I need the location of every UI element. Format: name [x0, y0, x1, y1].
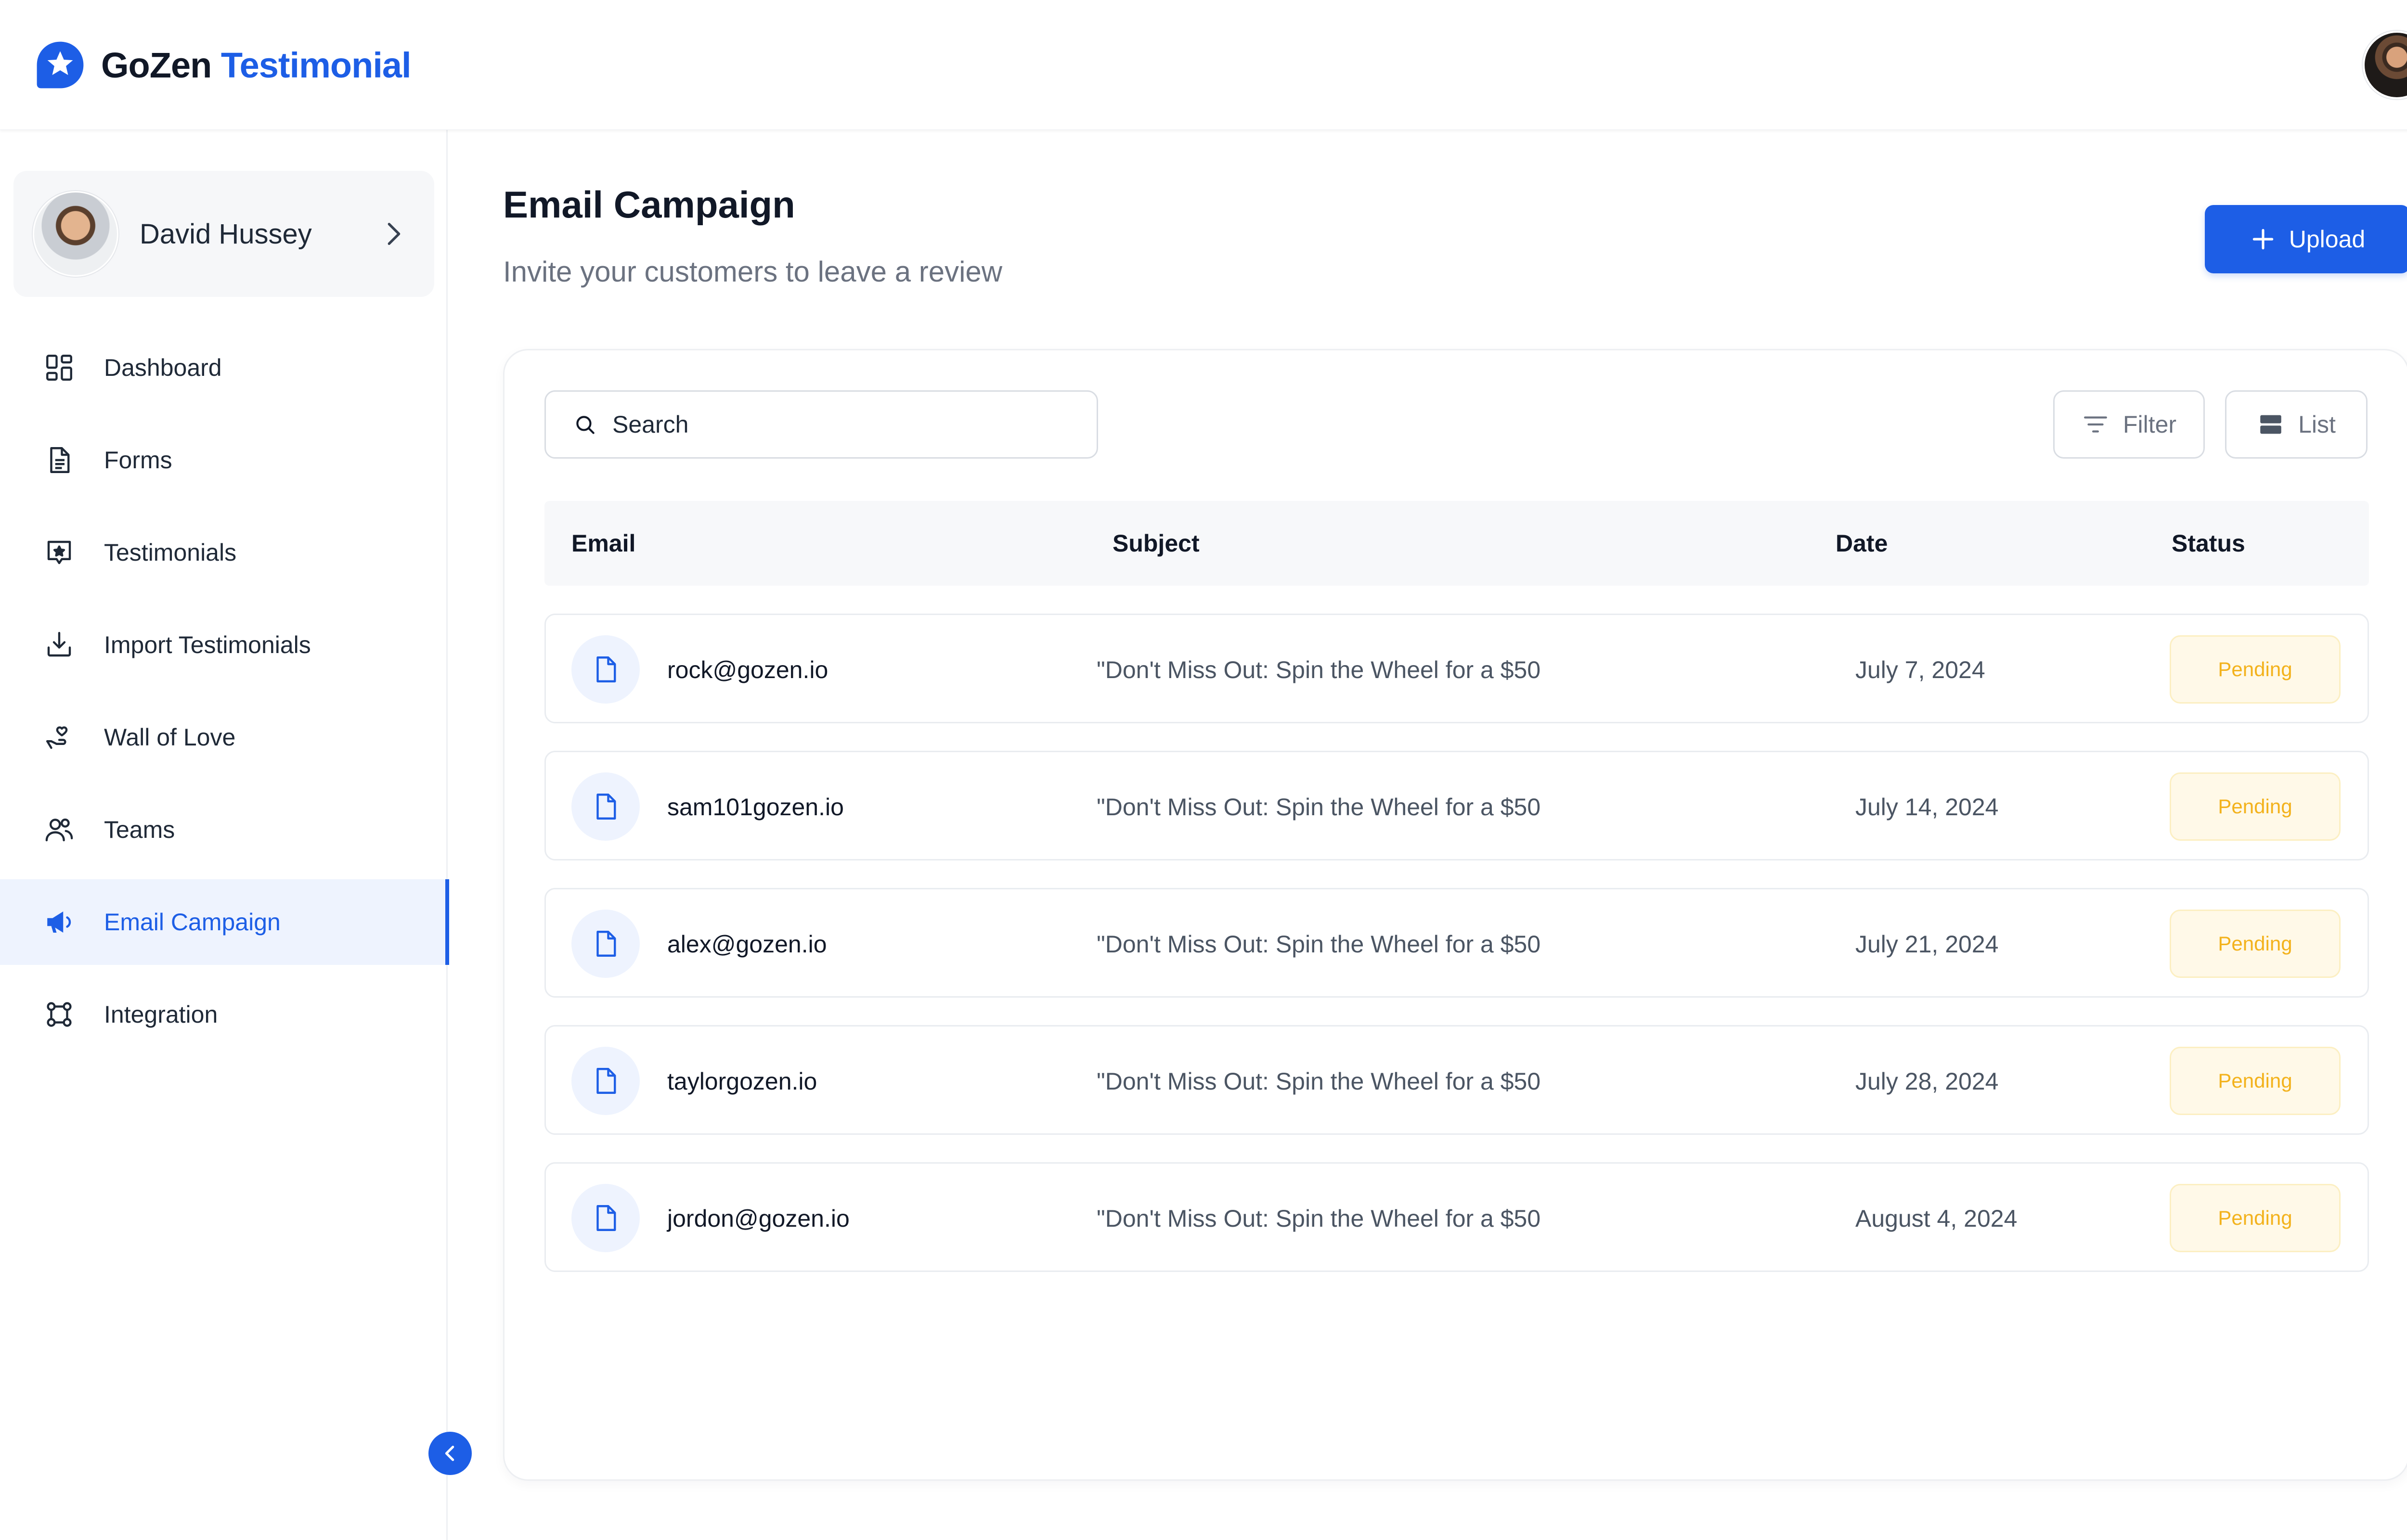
- megaphone-icon: [47, 911, 71, 933]
- sidebar-item-teams[interactable]: Teams: [0, 787, 448, 873]
- row-date: July 28, 2024: [1855, 1068, 1999, 1095]
- status-badge: Pending: [2170, 1184, 2341, 1252]
- sidebar: David Hussey Dashboard Forms Testimonial…: [0, 130, 449, 1540]
- gozen-logo-icon: [37, 41, 84, 89]
- file-icon-badge: [571, 910, 640, 978]
- brand-name-testimonial: Testimonial: [220, 45, 412, 85]
- chevron-left-icon: [445, 1446, 454, 1461]
- table-row[interactable]: taylorgozen.io "Don't Miss Out: Spin the…: [544, 1025, 2369, 1135]
- column-header-status: Status: [2172, 530, 2245, 557]
- status-badge: Pending: [2170, 910, 2341, 978]
- row-subject: "Don't Miss Out: Spin the Wheel for a $5…: [1097, 1068, 1541, 1095]
- list-view-button[interactable]: List: [2225, 390, 2368, 459]
- sidebar-item-label: Email Campaign: [104, 909, 281, 936]
- chevron-right-icon: [388, 222, 401, 245]
- list-view-icon: [2260, 415, 2281, 434]
- plus-icon: [2252, 229, 2273, 250]
- search-icon: [576, 416, 595, 434]
- brand-name: GoZen Testimonial: [101, 45, 412, 86]
- status-badge: Pending: [2170, 635, 2341, 704]
- campaign-table-card: Search Filter List Email Subject Date St…: [503, 349, 2407, 1481]
- profile-name: David Hussey: [140, 218, 312, 250]
- profile-card[interactable]: David Hussey: [13, 171, 434, 297]
- sidebar-item-label: Forms: [104, 447, 172, 474]
- sidebar-item-testimonials[interactable]: Testimonials: [0, 510, 448, 595]
- page-subtitle: Invite your customers to leave a review: [503, 256, 1003, 288]
- forms-icon: [50, 447, 70, 473]
- wall-of-love-icon: [46, 726, 68, 749]
- row-date: July 7, 2024: [1855, 656, 1985, 683]
- upload-button-label: Upload: [2289, 226, 2366, 253]
- table-row[interactable]: jordon@gozen.io "Don't Miss Out: Spin th…: [544, 1162, 2369, 1272]
- column-header-subject: Subject: [1113, 530, 1200, 557]
- search-input[interactable]: Search: [544, 390, 1098, 459]
- page-title: Email Campaign: [503, 183, 795, 226]
- brand-name-go: GoZen: [101, 45, 212, 85]
- file-icon-badge: [571, 772, 640, 841]
- sidebar-item-dashboard[interactable]: Dashboard: [0, 325, 448, 411]
- row-email: alex@gozen.io: [667, 931, 827, 958]
- brand[interactable]: GoZen Testimonial: [34, 38, 412, 91]
- sidebar-item-label: Dashboard: [104, 354, 222, 381]
- file-icon-badge: [571, 1047, 640, 1115]
- table-row[interactable]: sam101gozen.io "Don't Miss Out: Spin the…: [544, 751, 2369, 860]
- status-badge: Pending: [2170, 1047, 2341, 1115]
- row-email: rock@gozen.io: [667, 656, 828, 683]
- dashboard-icon: [46, 355, 72, 381]
- row-subject: "Don't Miss Out: Spin the Wheel for a $5…: [1097, 1205, 1541, 1232]
- row-subject: "Don't Miss Out: Spin the Wheel for a $5…: [1097, 656, 1541, 683]
- sidebar-item-label: Import Testimonials: [104, 631, 311, 658]
- filter-button[interactable]: Filter: [2053, 390, 2205, 459]
- collapse-sidebar-button[interactable]: [428, 1432, 472, 1475]
- import-icon: [47, 632, 71, 657]
- app-root: GoZen Testimonial David Hussey Dashboard…: [0, 0, 2407, 1540]
- sidebar-item-import-testimonials[interactable]: Import Testimonials: [0, 602, 448, 688]
- file-icon: [596, 794, 616, 820]
- table-header: Email Subject Date Status: [544, 501, 2369, 586]
- filter-icon: [2084, 416, 2107, 433]
- row-subject: "Don't Miss Out: Spin the Wheel for a $5…: [1097, 931, 1541, 958]
- account-avatar[interactable]: [2363, 31, 2407, 99]
- sidebar-item-label: Teams: [104, 816, 175, 843]
- file-icon: [596, 931, 616, 957]
- sidebar-item-label: Testimonials: [104, 539, 237, 566]
- integration-icon: [47, 1002, 72, 1027]
- file-icon-badge: [571, 1184, 640, 1252]
- file-icon-badge: [571, 635, 640, 704]
- file-icon: [596, 656, 616, 682]
- table-row[interactable]: rock@gozen.io "Don't Miss Out: Spin the …: [544, 614, 2369, 723]
- column-header-email: Email: [571, 530, 636, 557]
- status-badge: Pending: [2170, 772, 2341, 841]
- search-placeholder: Search: [612, 411, 689, 438]
- row-email: taylorgozen.io: [667, 1068, 817, 1095]
- row-email: sam101gozen.io: [667, 794, 844, 821]
- row-date: July 14, 2024: [1855, 794, 1999, 821]
- testimonials-icon: [47, 540, 71, 565]
- top-bar: GoZen Testimonial: [0, 0, 2407, 130]
- upload-button[interactable]: Upload: [2205, 205, 2407, 273]
- sidebar-item-label: Wall of Love: [104, 724, 236, 751]
- sidebar-nav: Dashboard Forms Testimonials Import Test…: [0, 325, 449, 1057]
- row-subject: "Don't Miss Out: Spin the Wheel for a $5…: [1097, 794, 1541, 821]
- teams-icon: [45, 818, 73, 842]
- sidebar-item-email-campaign[interactable]: Email Campaign: [0, 879, 449, 965]
- sidebar-item-wall-of-love[interactable]: Wall of Love: [0, 694, 448, 780]
- row-email: jordon@gozen.io: [667, 1205, 850, 1232]
- file-icon: [596, 1068, 616, 1094]
- column-header-date: Date: [1836, 530, 1888, 557]
- sidebar-item-forms[interactable]: Forms: [0, 417, 448, 503]
- sidebar-item-label: Integration: [104, 1001, 218, 1028]
- filter-button-label: Filter: [2122, 411, 2177, 438]
- sidebar-item-integration[interactable]: Integration: [0, 972, 448, 1057]
- table-row[interactable]: alex@gozen.io "Don't Miss Out: Spin the …: [544, 888, 2369, 998]
- list-button-label: List: [2298, 411, 2336, 438]
- profile-avatar: [33, 191, 118, 277]
- file-icon: [596, 1205, 616, 1231]
- row-date: August 4, 2024: [1855, 1205, 2018, 1232]
- row-date: July 21, 2024: [1855, 931, 1999, 958]
